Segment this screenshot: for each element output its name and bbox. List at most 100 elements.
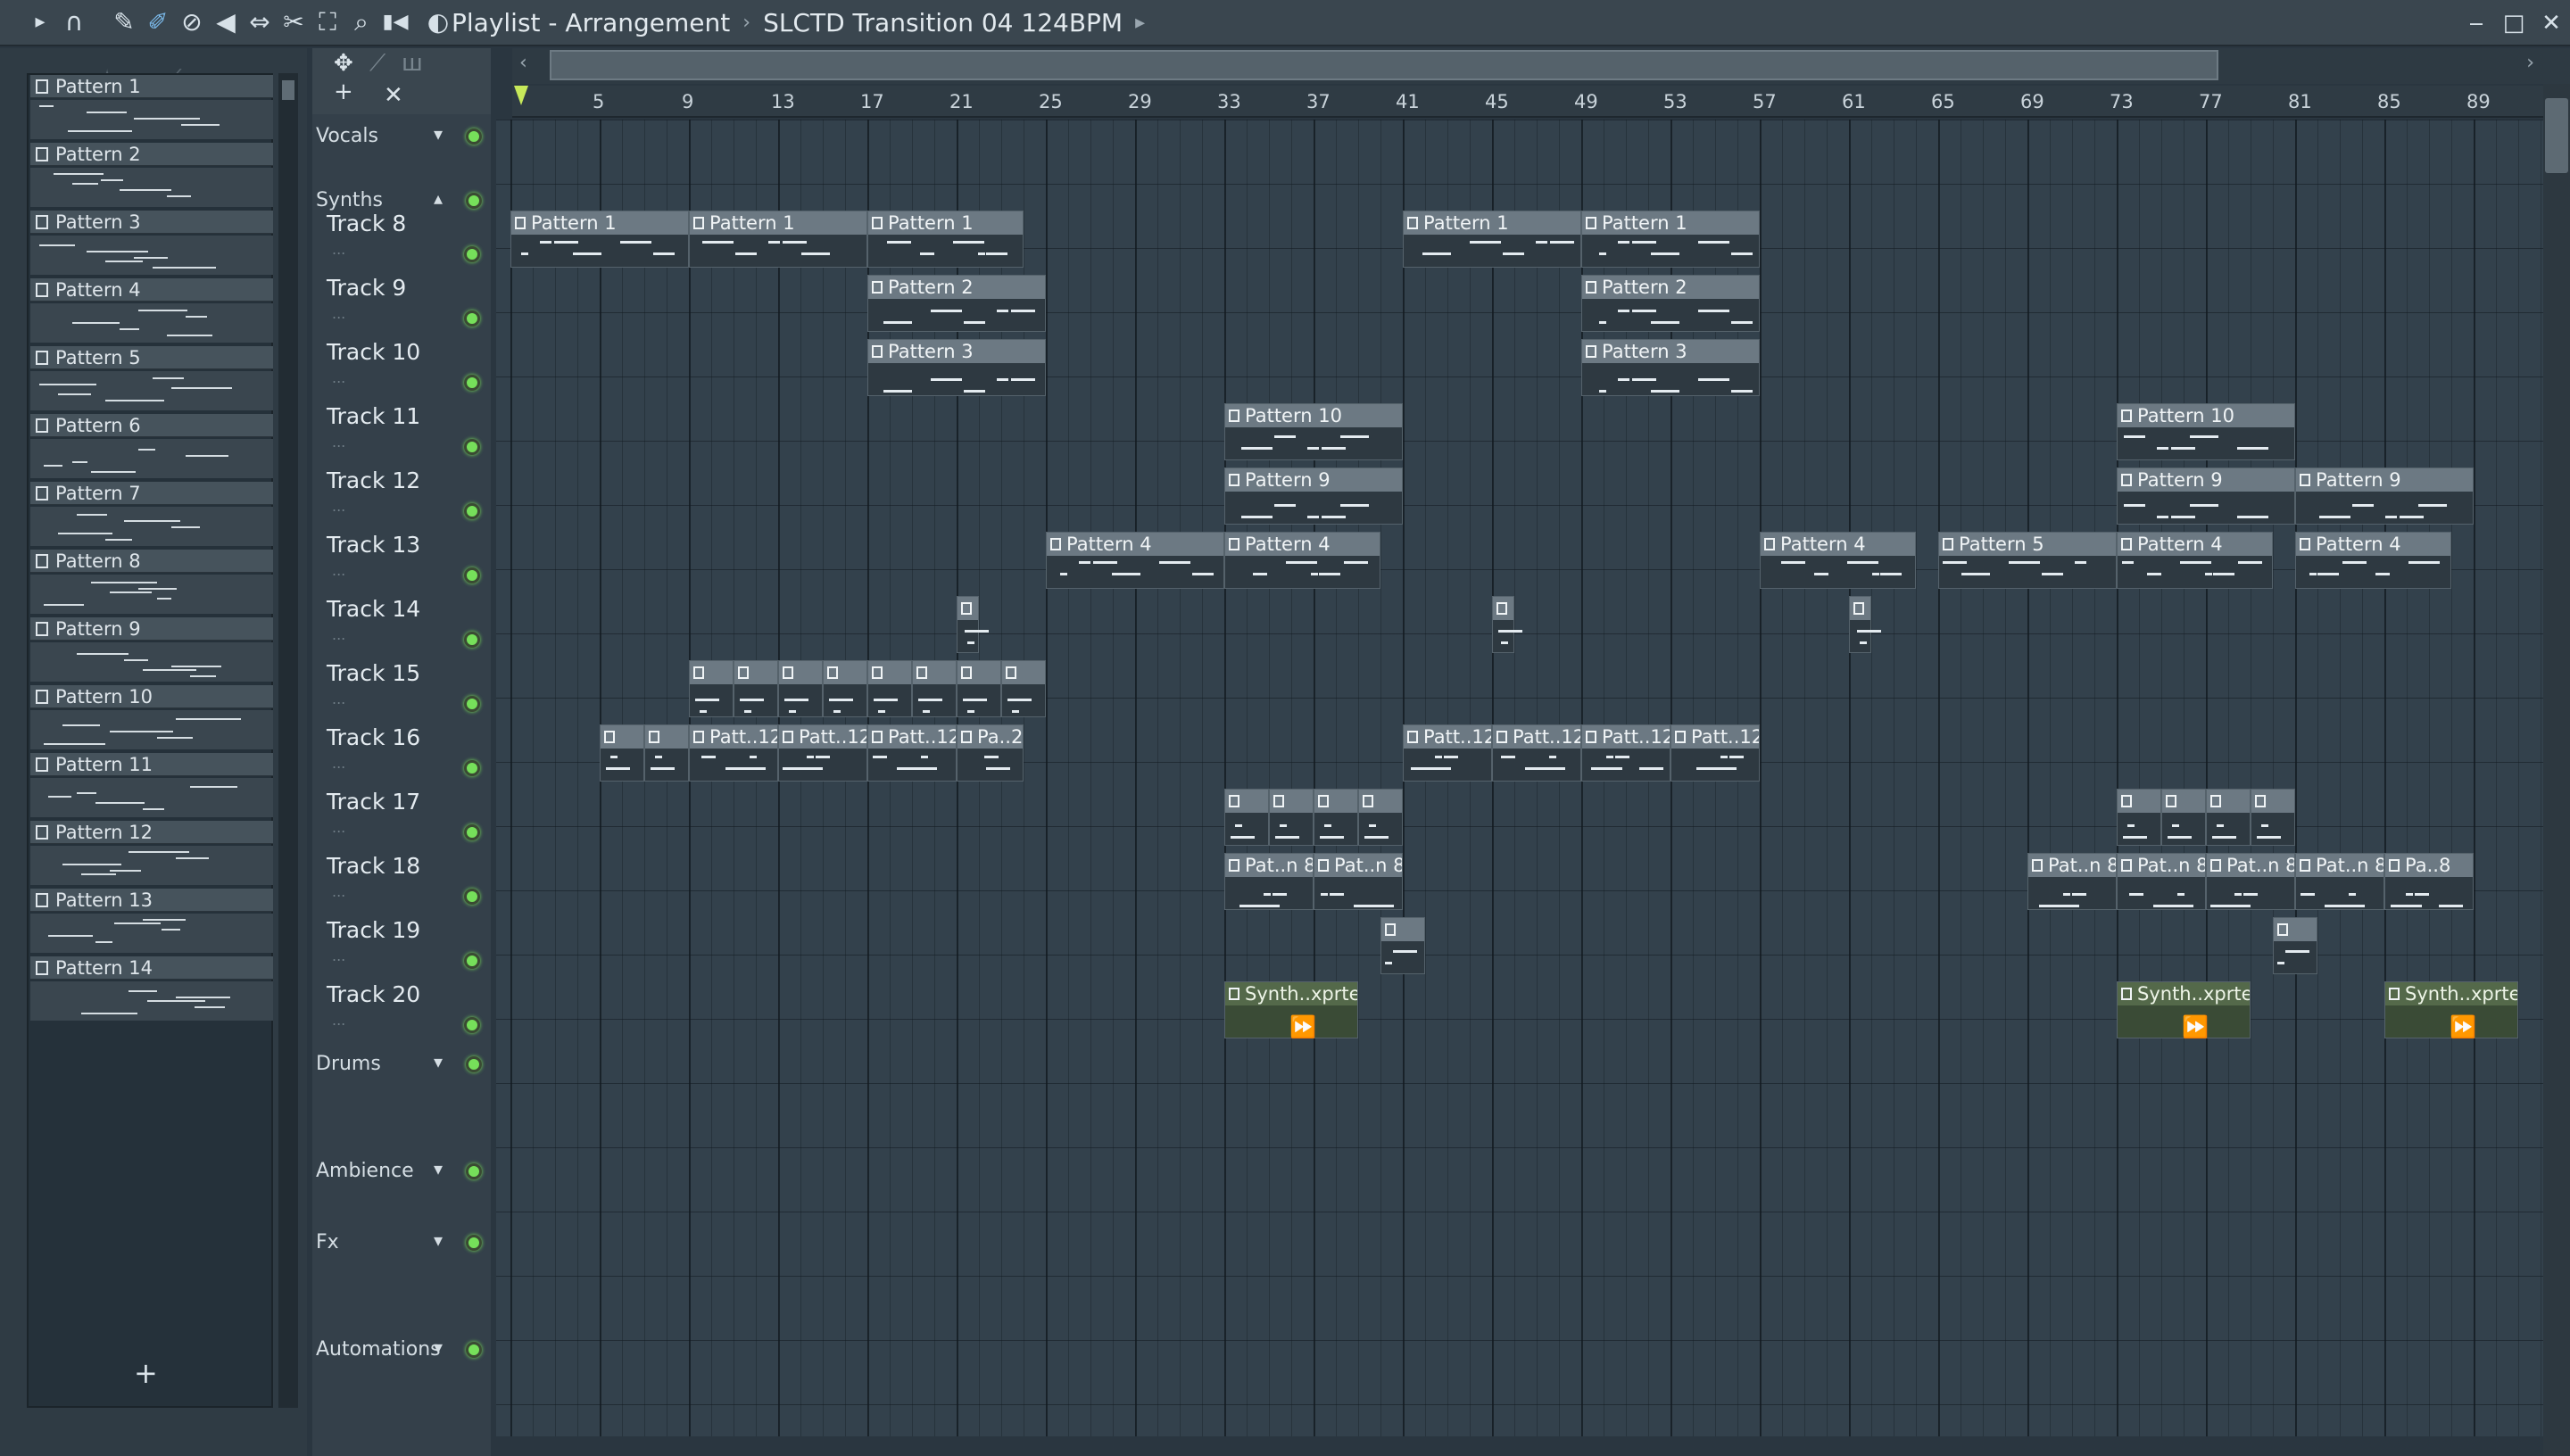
track-options-icon[interactable]: ...: [332, 947, 345, 964]
track-options-icon[interactable]: ...: [332, 755, 345, 772]
pattern-clip[interactable]: Pattern 3: [1581, 339, 1760, 396]
arrangement-menu-arrow-icon[interactable]: ▸: [1135, 12, 1145, 34]
audio-clip[interactable]: Synth..xprted ⏩: [2117, 981, 2251, 1039]
pattern-clip[interactable]: Patt..12: [1403, 724, 1492, 782]
playback-icon[interactable]: ▮◀: [378, 3, 412, 42]
track-mute-led[interactable]: [464, 503, 480, 519]
pattern-clip[interactable]: Pat..n 8: [2117, 853, 2206, 910]
pattern-clip[interactable]: [1380, 917, 1425, 974]
track-mute-led[interactable]: [464, 889, 480, 905]
audio-clip[interactable]: Synth..xprted ⏩: [1224, 981, 1358, 1039]
pattern-clip[interactable]: Patt..12: [1670, 724, 1760, 782]
pattern-clip[interactable]: [1269, 789, 1314, 846]
group-vocals[interactable]: Vocals ▾: [312, 123, 491, 155]
pattern-clip[interactable]: Pattern 9: [2117, 467, 2295, 525]
track-13[interactable]: Track 13...: [312, 528, 491, 592]
group-mute-led[interactable]: [466, 1342, 482, 1358]
pattern-clip[interactable]: [823, 660, 867, 717]
slice-icon[interactable]: ✂: [277, 3, 311, 42]
pattern-clip[interactable]: [912, 660, 957, 717]
pattern-clip[interactable]: Pattern 4: [1760, 532, 1916, 589]
track-mute-led[interactable]: [464, 632, 480, 648]
pattern-item[interactable]: Pattern 3: [30, 211, 273, 277]
track-19[interactable]: Track 19...: [312, 914, 491, 978]
track-14[interactable]: Track 14...: [312, 592, 491, 657]
pattern-clip[interactable]: [778, 660, 823, 717]
group-drums[interactable]: Drums ▾: [312, 1051, 491, 1083]
pattern-item[interactable]: Pattern 6: [30, 414, 273, 480]
track-11[interactable]: Track 11...: [312, 400, 491, 464]
group-mute-led[interactable]: [466, 1235, 482, 1251]
pattern-clip[interactable]: [957, 660, 1001, 717]
bar-ruler[interactable]: 5 9 13 17 21 25 29 33 37 41 45 49 53 57 61 65 69 73 77 81 85…: [512, 86, 2543, 118]
pattern-clip[interactable]: [1314, 789, 1358, 846]
pattern-clip[interactable]: [2273, 917, 2317, 974]
pattern-clip[interactable]: Pat..n 8: [2027, 853, 2117, 910]
slip-icon[interactable]: ⇔: [243, 3, 277, 42]
track-options-icon[interactable]: ...: [332, 1012, 345, 1029]
pattern-item[interactable]: Pattern 4: [30, 278, 273, 344]
pattern-clip[interactable]: Pattern 10: [2117, 403, 2295, 460]
pattern-clip[interactable]: Patt..12: [689, 724, 778, 782]
pattern-clip[interactable]: [734, 660, 778, 717]
track-mute-led[interactable]: [464, 1017, 480, 1033]
pattern-clip[interactable]: Pattern 9: [2295, 467, 2474, 525]
add-track-button[interactable]: +: [334, 79, 353, 105]
pattern-clip[interactable]: [2251, 789, 2295, 846]
track-mute-led[interactable]: [464, 310, 480, 327]
collapse-arrow-icon[interactable]: ▾: [434, 1336, 443, 1358]
link-icon[interactable]: ⟋: [369, 50, 386, 78]
pattern-clip[interactable]: Pattern 9: [1224, 467, 1403, 525]
pencil-icon[interactable]: ✎: [107, 3, 141, 42]
track-18[interactable]: Track 18...: [312, 849, 491, 914]
track-options-icon[interactable]: ...: [332, 691, 345, 707]
pattern-clip[interactable]: Pattern 1: [510, 211, 689, 268]
pattern-clip[interactable]: Patt..12: [867, 724, 957, 782]
track-12[interactable]: Track 12...: [312, 464, 491, 528]
group-fx[interactable]: Fx ▾: [312, 1229, 491, 1262]
pattern-item[interactable]: Pattern 13: [30, 889, 273, 955]
pattern-item[interactable]: Pattern 11: [30, 753, 273, 819]
pattern-clip[interactable]: Pattern 4: [1046, 532, 1224, 589]
pattern-clip[interactable]: Pattern 4: [2295, 532, 2451, 589]
pattern-clip[interactable]: [2117, 789, 2161, 846]
track-mute-led[interactable]: [464, 953, 480, 969]
scroll-right-icon[interactable]: ›: [2526, 52, 2534, 74]
audio-clip[interactable]: Synth..xprted ⏩: [2384, 981, 2518, 1039]
track-20[interactable]: Track 20...: [312, 978, 491, 1042]
pattern-clip[interactable]: Pattern 5: [1938, 532, 2117, 589]
pattern-clip[interactable]: [1492, 596, 1522, 653]
playlist-grid[interactable]: Pattern 1 Pattern 1 Pattern 1 Pattern 1 Patt…: [496, 120, 2543, 1436]
pattern-clip[interactable]: [957, 596, 989, 653]
picker-scrollbar[interactable]: [278, 73, 298, 1408]
collapse-arrow-icon[interactable]: ▾: [434, 123, 443, 145]
zoom-icon[interactable]: ⌕: [344, 3, 378, 42]
pattern-clip[interactable]: [2206, 789, 2251, 846]
vertical-scrollbar[interactable]: [2543, 84, 2570, 1456]
pattern-clip[interactable]: Pattern 4: [2117, 532, 2273, 589]
pattern-item[interactable]: Pattern 10: [30, 685, 273, 751]
pattern-clip[interactable]: Pattern 1: [1581, 211, 1760, 268]
pattern-clip[interactable]: Pattern 4: [1224, 532, 1380, 589]
track-options-icon[interactable]: ...: [332, 434, 345, 451]
track-options-icon[interactable]: ...: [332, 819, 345, 836]
minimize-button[interactable]: ‒: [2458, 4, 2495, 43]
pattern-clip[interactable]: Pa..2: [957, 724, 1024, 782]
pattern-clip[interactable]: Pat..n 8: [2206, 853, 2295, 910]
picker-scrollbar-thumb[interactable]: [282, 80, 294, 100]
pattern-clip[interactable]: Pat..n 8: [1314, 853, 1403, 910]
pattern-clip[interactable]: Pattern 10: [1224, 403, 1403, 460]
pattern-clip[interactable]: Pattern 2: [867, 275, 1046, 332]
pattern-clip[interactable]: Pattern 1: [689, 211, 867, 268]
maximize-button[interactable]: □: [2495, 4, 2533, 43]
track-mute-led[interactable]: [464, 439, 480, 455]
track-options-icon[interactable]: ...: [332, 305, 345, 322]
track-mute-led[interactable]: [464, 824, 480, 840]
pattern-clip[interactable]: Pa..8: [2384, 853, 2474, 910]
pattern-item[interactable]: Pattern 14: [30, 956, 273, 1022]
play-arrow-icon[interactable]: ▸: [23, 3, 57, 42]
add-pattern-button[interactable]: +: [134, 1356, 158, 1390]
group-mute-led[interactable]: [466, 1163, 482, 1179]
pattern-clip[interactable]: Pattern 1: [867, 211, 1024, 268]
group-automations[interactable]: Automations ▾: [312, 1336, 491, 1369]
